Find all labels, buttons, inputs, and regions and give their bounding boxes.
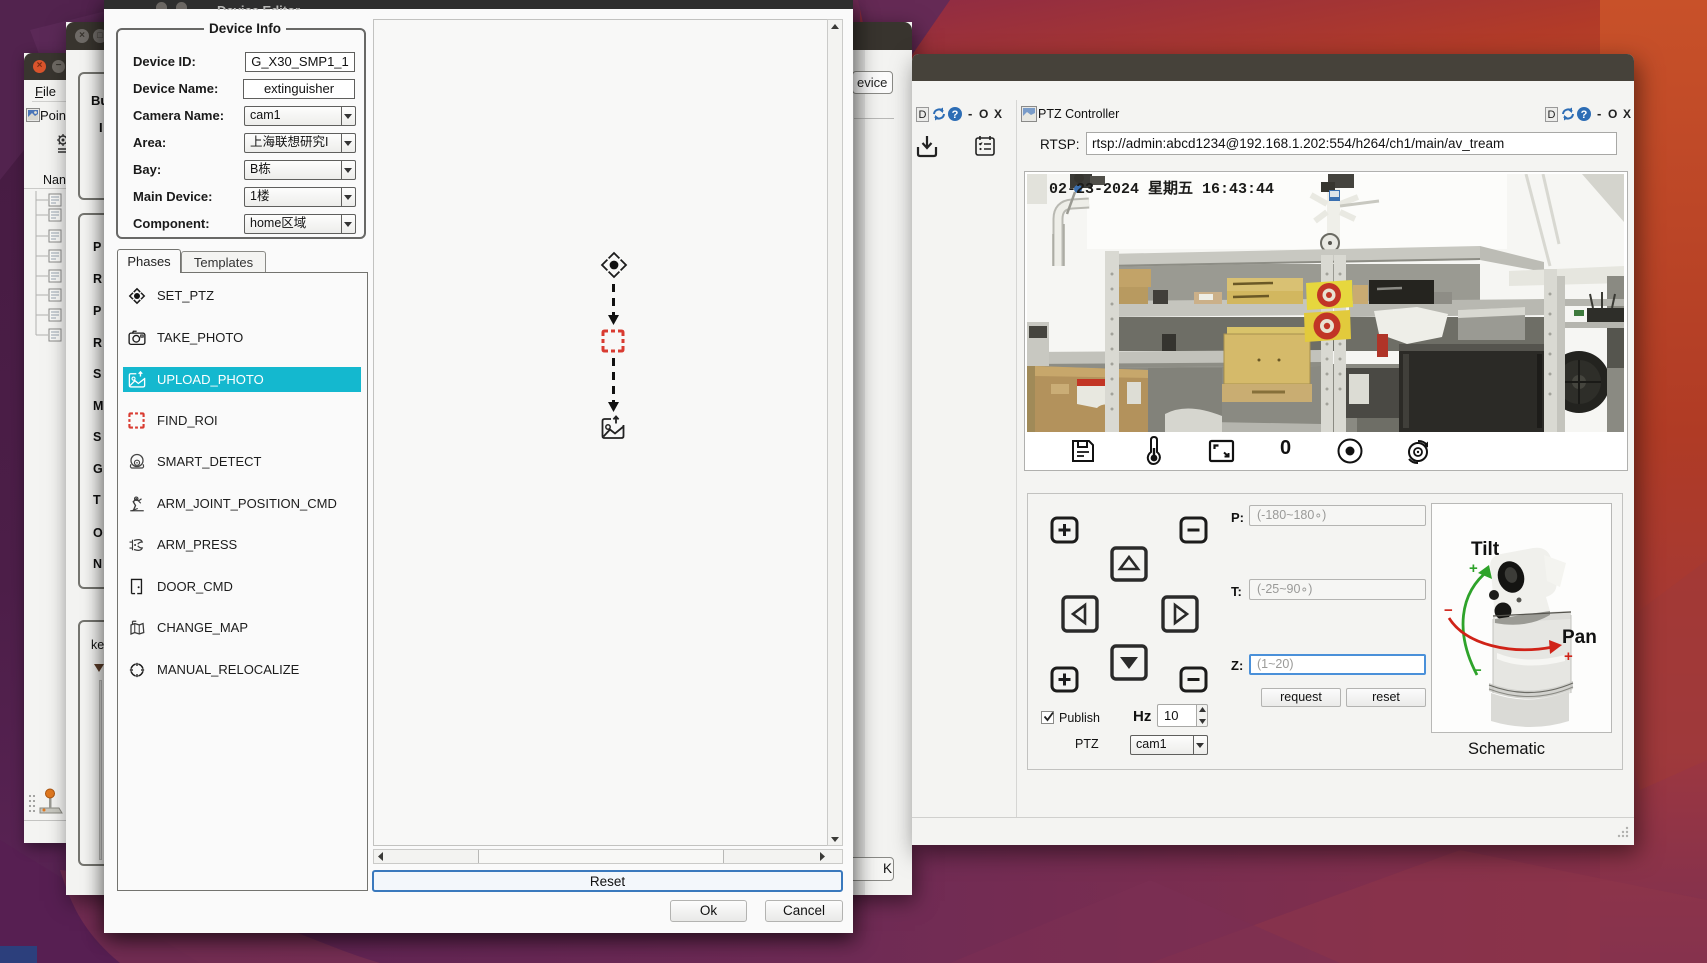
svg-text:+: + (1469, 560, 1478, 577)
svg-text:−: − (1473, 662, 1482, 679)
svg-text:?: ? (952, 109, 959, 121)
svg-text:?: ? (1581, 109, 1588, 121)
svg-text:−: − (1444, 602, 1453, 619)
svg-text:Pan: Pan (1562, 627, 1597, 648)
svg-text:Tilt: Tilt (1471, 539, 1500, 560)
svg-text:02-23-2024 星期五 16:43:44: 02-23-2024 星期五 16:43:44 (1049, 179, 1274, 198)
svg-text:+: + (1564, 648, 1573, 665)
